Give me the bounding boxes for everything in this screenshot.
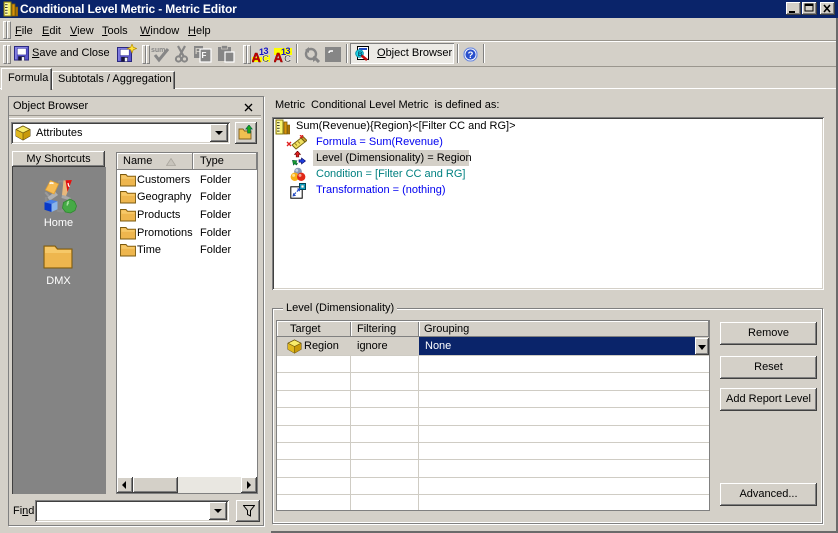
svg-text:F: F xyxy=(202,51,207,60)
svg-text:?: ? xyxy=(468,50,474,61)
svg-text:F: F xyxy=(195,47,200,56)
svg-text:C: C xyxy=(262,54,269,63)
svg-text:B: B xyxy=(358,51,363,58)
svg-text:C: C xyxy=(284,54,291,63)
